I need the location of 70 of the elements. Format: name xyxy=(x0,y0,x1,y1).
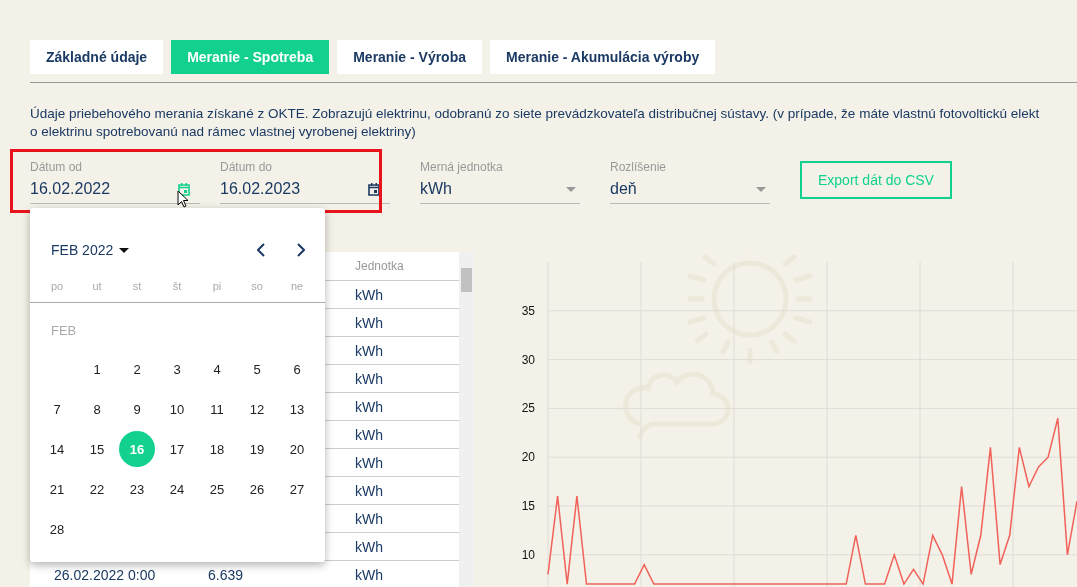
calendar-day[interactable]: 14 xyxy=(39,431,75,467)
weekday-label: ut xyxy=(92,280,102,292)
table-cell: kWh xyxy=(355,398,383,415)
calendar-day[interactable]: 12 xyxy=(239,391,275,427)
calendar-day[interactable]: 20 xyxy=(279,431,315,467)
calendar-day[interactable]: 4 xyxy=(199,351,235,387)
weekday-label: so xyxy=(251,280,263,292)
calendar-day[interactable]: 13 xyxy=(279,391,315,427)
table-cell: kWh xyxy=(355,286,383,303)
select-field[interactable]: Rozlíšenie deň xyxy=(610,157,770,204)
y-tick-label: 20 xyxy=(521,450,535,465)
table-cell: kWh xyxy=(355,454,383,471)
calendar-day[interactable]: 22 xyxy=(79,471,115,507)
calendar-day[interactable]: 24 xyxy=(159,471,195,507)
weekday-label: st xyxy=(132,280,142,292)
month-label: FEB xyxy=(51,323,77,338)
select-field[interactable]: Merná jednotka kWh xyxy=(420,157,580,204)
column-header: Jednotka xyxy=(355,259,404,273)
table-cell: kWh xyxy=(355,370,383,387)
table-cell: 26.02.2022 0:00 xyxy=(54,566,156,583)
calendar-day[interactable]: 17 xyxy=(159,431,195,467)
calendar-day[interactable]: 15 xyxy=(79,431,115,467)
table-cell: kWh xyxy=(355,342,383,359)
calendar-icon[interactable] xyxy=(178,183,190,196)
table-cell: kWh xyxy=(355,314,383,331)
caret-icon xyxy=(756,187,766,192)
caret-icon xyxy=(566,187,576,192)
calendar-day[interactable]: 10 xyxy=(159,391,195,427)
scrollbar[interactable] xyxy=(459,252,474,587)
calendar-day[interactable]: 23 xyxy=(119,471,155,507)
calendar-day[interactable]: 27 xyxy=(279,471,315,507)
table-cell: kWh xyxy=(355,482,383,499)
y-tick-label: 10 xyxy=(521,547,535,562)
calendar-day[interactable]: 26 xyxy=(239,471,275,507)
description-text: Údaje priebehového merania získané z OKTE. Zobrazujú elektrinu, odobranú zo siete prevádzkovateľa distribučnej sústavy. (v prípade, že máte vlastnú fotovoltickú elekt o elektrinu spotrebovanú nad rámec vlastnej vyrobenej elektriny) xyxy=(30,105,1041,141)
calendar-day[interactable]: 6 xyxy=(279,351,315,387)
tab[interactable]: Meranie - Akumulácia výroby xyxy=(490,40,716,74)
weekday-label: pi xyxy=(212,280,222,292)
calendar-day[interactable]: 19 xyxy=(239,431,275,467)
weekday-label: št xyxy=(172,280,182,292)
calendar-day[interactable]: 28 xyxy=(39,511,75,547)
calendar-day[interactable]: 25 xyxy=(199,471,235,507)
calendar-day[interactable]: 8 xyxy=(79,391,115,427)
date-field[interactable]: Dátum do 16.02.2023 xyxy=(220,157,390,204)
y-tick-label: 25 xyxy=(521,401,535,416)
calendar-day[interactable]: 5 xyxy=(239,351,275,387)
tab[interactable]: Meranie - Výroba xyxy=(337,40,482,74)
y-tick-label: 15 xyxy=(521,499,535,513)
calendar-day[interactable]: 9 xyxy=(119,391,155,427)
month-dropdown[interactable]: FEB 2022 xyxy=(51,242,130,258)
y-tick-label: 30 xyxy=(521,352,535,367)
calendar-day[interactable]: 1 xyxy=(79,351,115,387)
calendar-day[interactable]: 3 xyxy=(159,351,195,387)
next-icon[interactable] xyxy=(297,243,305,257)
calendar-day[interactable]: 7 xyxy=(39,391,75,427)
table-cell: kWh xyxy=(355,566,383,583)
calendar-day[interactable]: 11 xyxy=(199,391,235,427)
table-cell: kWh xyxy=(355,426,383,443)
previous-icon[interactable] xyxy=(257,243,265,257)
y-tick-label: 35 xyxy=(521,303,535,318)
table-cell: kWh xyxy=(355,510,383,527)
calendar-icon[interactable] xyxy=(368,183,380,196)
calendar-day[interactable]: 2 xyxy=(119,351,155,387)
tab[interactable]: Základné údaje xyxy=(30,40,164,74)
table-cell: 6.639 xyxy=(208,566,244,583)
calendar-day[interactable]: 21 xyxy=(39,471,75,507)
weekday-label: ne xyxy=(290,280,304,292)
weekday-label: po xyxy=(50,280,64,292)
table-cell: kWh xyxy=(355,538,383,555)
calendar-day[interactable]: 18 xyxy=(199,431,235,467)
